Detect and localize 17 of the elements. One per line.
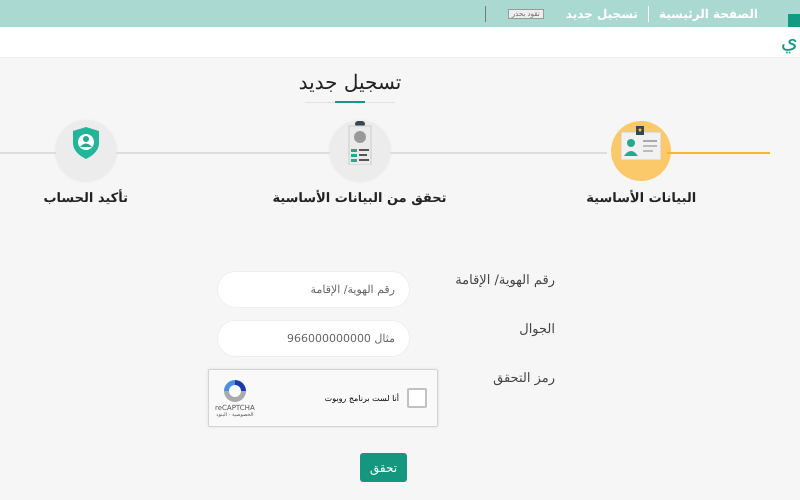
page-title: تسجيل جديد	[298, 70, 402, 94]
step-label: البيانات الأساسية	[586, 191, 696, 206]
logo-text: ي	[780, 28, 798, 56]
input-field[interactable]: مثال 966000000000	[217, 320, 410, 357]
logo-block	[788, 14, 800, 27]
shield-user-icon	[72, 127, 99, 159]
field-label: رقم الهوية/ الإقامة	[454, 272, 555, 288]
field-label: رمز التحقق	[492, 370, 555, 386]
field-label: الجوال	[518, 321, 555, 337]
step-label: تحقق من البيانات الأساسية	[272, 191, 447, 206]
input-field[interactable]: رقم الهوية/ الإقامة	[217, 271, 410, 308]
checkbox[interactable]	[407, 388, 427, 408]
step-label: تأكيد الحساب	[43, 191, 128, 206]
id-card-icon	[621, 126, 662, 160]
verify-button[interactable]: تحقق	[360, 453, 407, 482]
recaptcha-icon	[222, 378, 248, 404]
captcha-text: أنا لست برنامج روبوت	[324, 394, 399, 402]
